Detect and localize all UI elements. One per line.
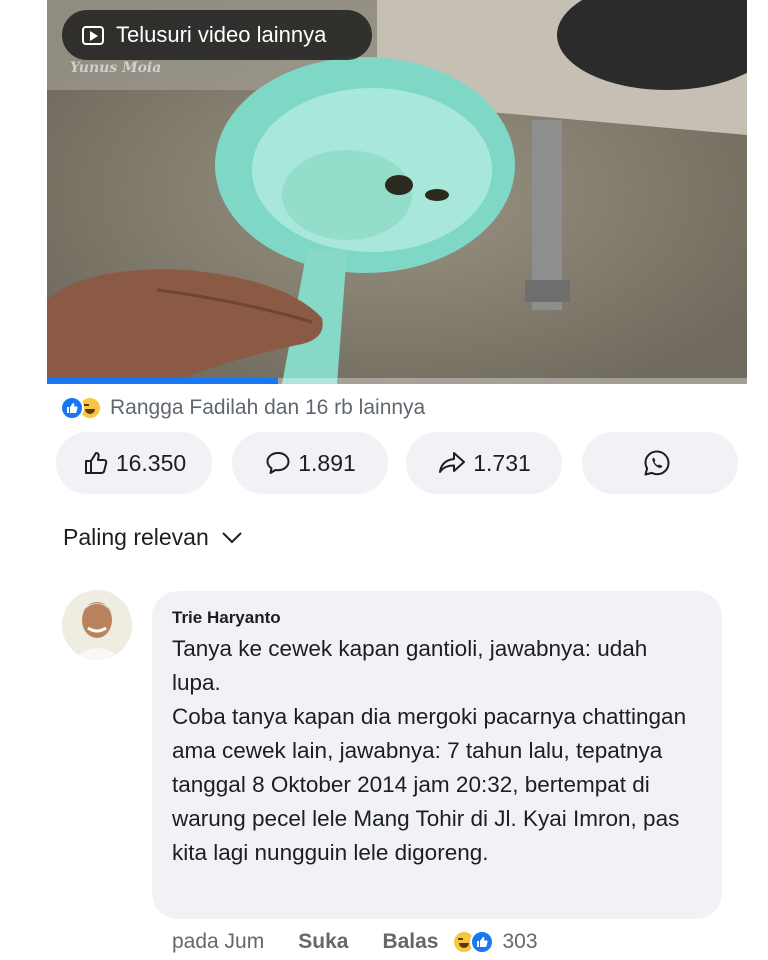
comment-footer: pada Jum Suka Balas 303 (172, 930, 538, 954)
comment-sort-dropdown[interactable]: Paling relevan (63, 524, 243, 551)
avatar[interactable] (62, 590, 132, 660)
comment-reaction-count: 303 (502, 930, 538, 953)
explore-videos-button[interactable]: Telusuri video lainnya (62, 10, 372, 60)
like-reaction-icon (60, 396, 84, 420)
comment-timestamp[interactable]: pada Jum (172, 930, 264, 954)
reactions-summary[interactable]: Rangga Fadilah dan 16 rb lainnya (60, 393, 425, 423)
video-watermark: Yunus Moia (70, 60, 162, 76)
comment-count: 1.891 (298, 449, 356, 476)
chevron-down-icon (222, 531, 242, 543)
comment-bubble: Trie Haryanto Tanya ke cewek kapan ganti… (152, 591, 722, 919)
like-reaction-icon (470, 930, 495, 954)
explore-videos-label: Telusuri video lainnya (116, 22, 327, 47)
share-button[interactable]: 1.731 (406, 432, 562, 494)
video-progress-fill (47, 378, 278, 384)
video-play-icon (82, 25, 104, 45)
avatar-image (62, 590, 132, 660)
like-count: 16.350 (115, 449, 187, 476)
like-button[interactable]: 16.350 (56, 432, 212, 494)
whatsapp-share-button[interactable] (582, 432, 738, 494)
whatsapp-icon (644, 450, 670, 476)
comment-button[interactable]: 1.891 (232, 432, 388, 494)
reactions-summary-text: Rangga Fadilah dan 16 rb lainnya (110, 396, 426, 419)
comment-paragraph: Coba tanya kapan dia mergoki pacarnya ch… (172, 704, 687, 865)
thumbs-up-icon (84, 452, 108, 474)
comment-reactions[interactable] (452, 930, 495, 954)
share-icon (439, 452, 466, 473)
share-count: 1.731 (473, 449, 531, 476)
comment-paragraph: Tanya ke cewek kapan gantioli, jawabnya:… (172, 636, 648, 695)
comment-sort-label: Paling relevan (63, 524, 209, 550)
video-progress-bar[interactable] (47, 378, 747, 384)
comment-icon (266, 452, 290, 474)
comment-author[interactable]: Trie Haryanto (172, 608, 702, 628)
comment-reply-button[interactable]: Balas (382, 930, 438, 954)
comment-text: Tanya ke cewek kapan gantioli, jawabnya:… (172, 632, 702, 870)
comment-like-button[interactable]: Suka (298, 930, 348, 954)
